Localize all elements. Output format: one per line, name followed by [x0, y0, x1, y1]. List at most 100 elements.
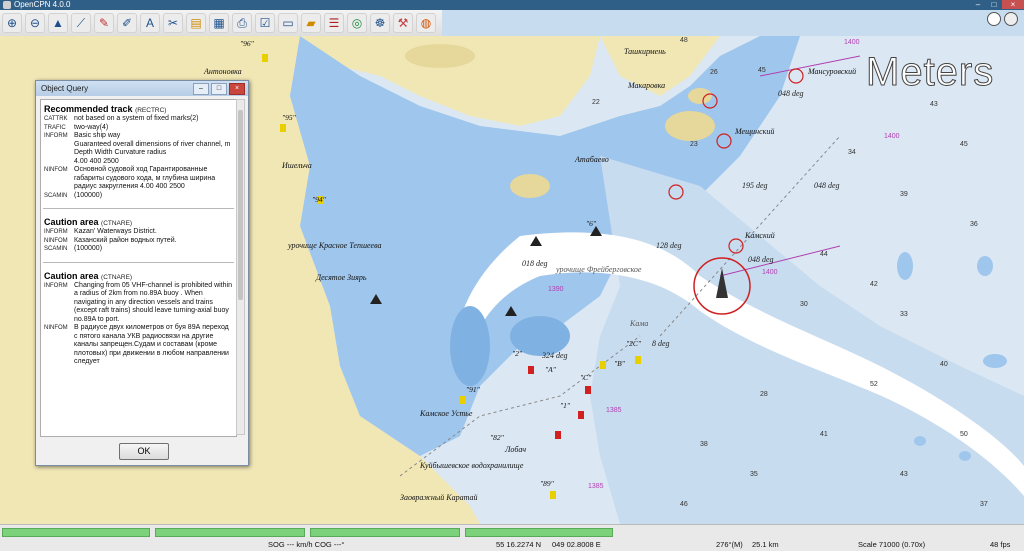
zoom-in-icon[interactable]: ⊕	[2, 13, 22, 33]
sounding: 36	[970, 221, 978, 228]
sounding: 41	[820, 431, 828, 438]
shoal	[914, 436, 926, 446]
attribute-key: TRAFIC	[44, 124, 66, 131]
globe-icon[interactable]: ◎	[347, 13, 367, 33]
shoal	[450, 306, 490, 386]
tide-icon[interactable]: ☸	[370, 13, 390, 33]
wrench-icon[interactable]: ⚒	[393, 13, 413, 33]
dialog-title-bar[interactable]: Object Query – □ ×	[36, 81, 248, 96]
attribute-key: INFORM	[44, 282, 68, 289]
sounding: 45	[758, 67, 766, 74]
dialog-maximize-button[interactable]: □	[211, 83, 227, 95]
attribute-key: CATTRK	[44, 116, 68, 122]
scale-in-icon[interactable]: ▲	[48, 13, 68, 33]
sounding: 22	[592, 99, 600, 106]
sounding: 46	[680, 501, 688, 508]
island	[510, 174, 550, 198]
title-bar: OpenCPN 4.0.0 – □ ×	[0, 0, 1024, 10]
island	[688, 88, 712, 104]
place-label: урочище Красное Тепшеева	[287, 241, 382, 250]
help-icon[interactable]: ◍	[416, 13, 436, 33]
place-label: Мансуровский	[807, 67, 856, 76]
measure-icon[interactable]: ✐	[117, 13, 137, 33]
attribute-value: Basic ship way Guaranteed overall dimens…	[74, 132, 231, 165]
close-button[interactable]: ×	[1002, 0, 1024, 9]
print-icon[interactable]: ⎙	[232, 13, 252, 33]
section-title: Caution area	[44, 270, 99, 281]
sounding: 33	[900, 311, 908, 318]
minimize-button[interactable]: –	[970, 0, 986, 9]
attribute-key: INFORM	[44, 133, 68, 139]
buoy-label: "A"	[545, 365, 557, 374]
result-section: Recommended track (RECTRC) CATTRK not bas…	[41, 100, 236, 204]
buoy-label: "95"	[282, 113, 297, 122]
route-icon[interactable]: ⟋	[71, 13, 91, 33]
ship-icon[interactable]: ✎	[94, 13, 114, 33]
attribute-row: NINFOM В радиусе двух километров от буя 8…	[44, 324, 233, 367]
chart-icon[interactable]: ▦	[209, 13, 229, 33]
toolbar: ⊕ ⊖ ▲ ⟋ ✎ ✐ A ✂ ▤ ▦ ⎙ ☑ ▭ ▰ ☰ ◎ ☸ ⚒ ◍	[0, 10, 442, 37]
app-icon	[3, 1, 11, 9]
buoy-label: "89"	[540, 479, 555, 488]
attribute-value: two-way(4)	[74, 123, 109, 131]
place-label: Кама	[629, 319, 648, 328]
text-icon[interactable]: A	[140, 13, 160, 33]
buoy-label: "96"	[240, 39, 255, 48]
status-bar: SOG --- km/h COG ---° 55 16.2274 N 049 0…	[0, 524, 1024, 551]
sounding: 44	[820, 251, 828, 258]
mark-icon[interactable]: ✂	[163, 13, 183, 33]
buoy-label: "2C"	[626, 339, 642, 348]
result-section: Caution area (CTNARE) INFORM Changing fro…	[41, 267, 236, 371]
attribute-value: not based on a system of fixed marks(2)	[74, 115, 199, 122]
attribute-row: NINFOM Основной судовой ход Гарантированн…	[44, 166, 233, 192]
buoy-label: "1"	[560, 401, 571, 410]
attribute-row: CATTRK not based on a system of fixed mar…	[44, 115, 233, 124]
sounding: 30	[800, 301, 808, 308]
buoy-label: "94"	[312, 195, 327, 204]
dialog-close-button[interactable]: ×	[229, 83, 245, 95]
bearing-label: 8 deg	[652, 339, 670, 348]
place-label: урочище Фрейберговское	[555, 265, 642, 274]
zoom-out-icon[interactable]: ⊖	[25, 13, 45, 33]
attribute-value: Казанский район водных путей.	[74, 236, 177, 244]
bearing-label: 018 deg	[522, 259, 548, 268]
attribute-value: Основной судовой ход Гарантированные габ…	[74, 166, 216, 190]
place-label: Заовражный Каратай	[400, 493, 477, 502]
layers-icon[interactable]: ▤	[186, 13, 206, 33]
bearing-label: 324 deg	[541, 351, 568, 360]
attribute-row: TRAFIC two-way(4)	[44, 124, 233, 133]
shoal	[959, 451, 971, 461]
section-code: (CTNARE)	[101, 273, 133, 281]
folder-icon[interactable]: ▰	[301, 13, 321, 33]
bearing-label: 195 deg	[742, 181, 768, 190]
sounding: 42	[870, 281, 878, 288]
bearing-readout: 276°(M)	[716, 540, 743, 549]
contour-label: 1385	[588, 483, 604, 490]
sounding: 34	[848, 149, 856, 156]
maximize-button[interactable]: □	[986, 0, 1002, 9]
mob-icon[interactable]: ☰	[324, 13, 344, 33]
place-label: Ишельча	[281, 161, 312, 170]
ok-button[interactable]: OK	[119, 443, 169, 460]
compass-icon[interactable]	[987, 12, 1001, 26]
sog-cog-readout: SOG --- km/h COG ---°	[268, 540, 345, 549]
gps-status-icon	[1004, 12, 1018, 26]
status-indicator	[155, 528, 305, 537]
attribute-row: INFORM Changing from 05 VHF-channel is pr…	[44, 282, 233, 325]
dialog-scrollbar[interactable]	[236, 99, 245, 435]
attribute-row: NINFOM Казанский район водных путей.	[44, 237, 233, 246]
sounding: 26	[710, 69, 718, 76]
monitor-icon[interactable]: ▭	[278, 13, 298, 33]
sounding: 45	[960, 141, 968, 148]
buoy-label: "6"	[586, 219, 597, 228]
sounding: 50	[960, 431, 968, 438]
dialog-minimize-button[interactable]: –	[193, 83, 209, 95]
attribute-row: INFORM Kazan' Waterways District.	[44, 228, 233, 237]
scrollbar-thumb[interactable]	[238, 110, 243, 300]
place-label: Десятое Зиярь	[315, 273, 367, 282]
attribute-key: NINFOM	[44, 325, 68, 331]
section-code: (RECTRC)	[135, 107, 167, 114]
tasks-icon[interactable]: ☑	[255, 13, 275, 33]
shoal	[897, 252, 913, 280]
contour-label: 1385	[606, 407, 622, 414]
